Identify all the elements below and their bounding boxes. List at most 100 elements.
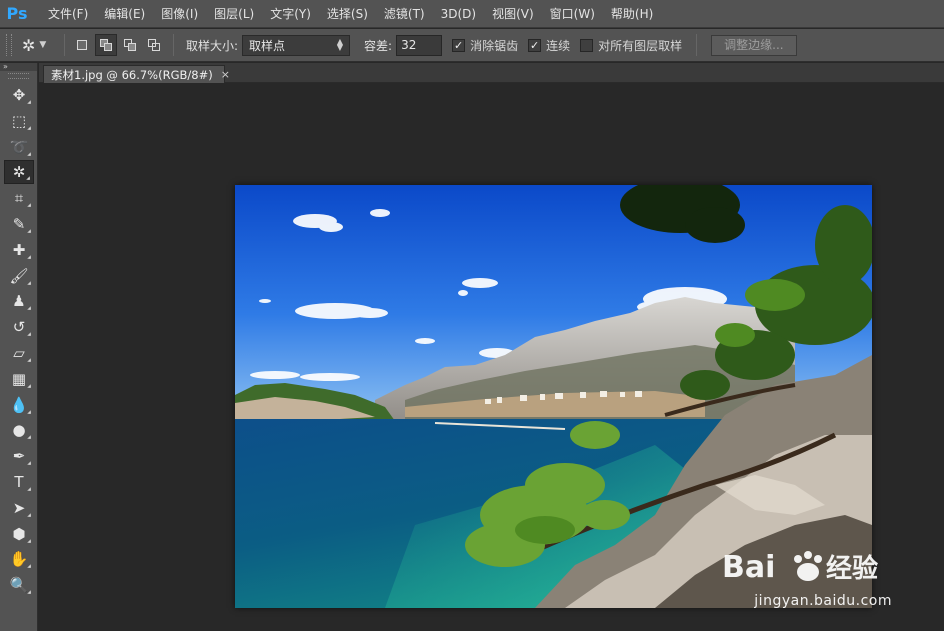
contiguous-checkbox[interactable]: ✓ 连续 <box>528 37 570 54</box>
hand-icon: ✋ <box>9 550 29 569</box>
magic-wand-icon: ✲ <box>22 35 36 55</box>
panel-collapse-icon[interactable]: » <box>0 63 37 71</box>
gradient-tool[interactable]: ▦ <box>4 367 34 391</box>
marquee-tool[interactable]: ⬚ <box>4 109 34 133</box>
magic-wand-tool[interactable]: ✲ <box>4 160 34 185</box>
watermark-url: jingyan.baidu.com <box>754 593 892 609</box>
menu-items: 文件(F) 编辑(E) 图像(I) 图层(L) 文字(Y) 选择(S) 滤镜(T) 3D(D)… <box>32 0 661 28</box>
eyedropper-tool[interactable]: ✎ <box>4 212 34 236</box>
zoom-tool[interactable]: 🔍 <box>4 573 34 597</box>
flyout-indicator-icon <box>27 487 31 491</box>
brush-tool[interactable]: 🖌 <box>4 264 34 288</box>
blur-tool[interactable]: 💧 <box>4 393 34 417</box>
sample-size-select[interactable]: 取样点 ▲ ▼ <box>242 34 351 56</box>
document-area: 素材1.jpg @ 66.7%(RGB/8#) × Bai 经验 jingyan… <box>39 63 944 631</box>
brush-icon: 🖌 <box>9 266 29 285</box>
menu-item[interactable]: 文字(Y) <box>262 0 319 28</box>
menu-item[interactable]: 窗口(W) <box>542 0 603 28</box>
move-tool[interactable]: ✥ <box>4 83 34 107</box>
healing-brush-tool[interactable]: ✚ <box>4 238 34 262</box>
path-selection-icon: ➤ <box>12 498 26 517</box>
marquee-icon: ⬚ <box>11 111 27 130</box>
flyout-indicator-icon <box>27 280 31 285</box>
flyout-indicator-icon <box>27 125 31 130</box>
subtract-from-selection-button[interactable] <box>119 34 141 56</box>
tolerance-input[interactable]: 32 <box>396 34 443 56</box>
shape-tool[interactable]: ⬢ <box>4 522 34 546</box>
move-icon: ✥ <box>12 86 26 104</box>
type-tool[interactable]: T <box>4 470 34 494</box>
eyedropper-icon: ✎ <box>12 214 26 233</box>
menu-bar: Ps 文件(F) 编辑(E) 图像(I) 图层(L) 文字(Y) 选择(S) 滤镜(T) 3D… <box>0 0 944 28</box>
checkmark-icon: ✓ <box>528 38 542 52</box>
menu-item[interactable]: 帮助(H) <box>603 0 661 28</box>
options-bar: ✲ ▼ 取样大小: 取样点 ▲ ▼ 容差: 32 ✓ 消除锯齿 ✓ 连续 对所有图… <box>0 29 944 62</box>
flyout-indicator-icon <box>27 512 31 517</box>
flyout-indicator-icon <box>27 461 31 465</box>
menu-item[interactable]: 视图(V) <box>484 0 542 28</box>
flyout-indicator-icon <box>27 538 31 543</box>
tolerance-label: 容差: <box>364 38 393 53</box>
intersect-selection-button[interactable] <box>143 34 165 56</box>
clone-stamp-icon: ♟ <box>12 292 26 311</box>
menu-item[interactable]: 编辑(E) <box>96 0 153 28</box>
sample-all-layers-label: 对所有图层取样 <box>598 38 683 53</box>
refine-edge-button[interactable]: 调整边缘... <box>711 34 797 56</box>
tool-preset-picker[interactable]: ✲ ▼ <box>22 33 58 57</box>
chevron-down-icon: ▼ <box>39 40 47 50</box>
crop-tool[interactable]: ⌗ <box>4 186 34 210</box>
tools-panel: » ✥ ⬚ ➰ ✲ ⌗ ✎ ✚ 🖌 ♟ ↺ ▱ ▦ 💧 ● ✒ T ➤ ⬢ ✋ 🔍 <box>0 63 38 631</box>
new-selection-button[interactable] <box>71 34 93 56</box>
history-brush-tool[interactable]: ↺ <box>4 315 34 339</box>
menu-item[interactable]: 图层(L) <box>206 0 262 28</box>
watermark-brand: Bai <box>722 550 775 585</box>
antialias-checkbox[interactable]: ✓ 消除锯齿 <box>452 37 518 54</box>
gradient-icon: ▦ <box>11 369 27 388</box>
path-selection-tool[interactable]: ➤ <box>4 496 34 520</box>
document-tab[interactable]: 素材1.jpg @ 66.7%(RGB/8#) × <box>43 65 230 83</box>
add-to-selection-button[interactable] <box>95 34 117 56</box>
pen-tool[interactable]: ✒ <box>4 444 34 468</box>
separator <box>64 34 65 56</box>
watermark-suffix: 经验 <box>826 553 878 584</box>
menu-item[interactable]: 3D(D) <box>433 0 484 28</box>
close-icon[interactable]: × <box>221 68 230 81</box>
flyout-indicator-icon <box>27 564 31 569</box>
type-icon: T <box>14 472 24 491</box>
lasso-tool[interactable]: ➰ <box>4 135 34 159</box>
hand-tool[interactable]: ✋ <box>4 547 34 571</box>
eraser-icon: ▱ <box>13 343 25 362</box>
flyout-indicator-icon <box>27 590 31 594</box>
separator <box>173 34 174 56</box>
document-tab-title: 素材1.jpg @ 66.7%(RGB/8#) <box>51 67 213 82</box>
sample-size-value: 取样点 <box>249 38 286 53</box>
eraser-tool[interactable]: ▱ <box>4 341 34 365</box>
flyout-indicator-icon <box>26 176 30 181</box>
menu-item[interactable]: 文件(F) <box>40 0 96 28</box>
sample-all-layers-checkbox[interactable]: 对所有图层取样 <box>580 37 682 54</box>
flyout-indicator-icon <box>27 383 31 388</box>
menu-item[interactable]: 选择(S) <box>319 0 376 28</box>
clone-stamp-tool[interactable]: ♟ <box>4 289 34 313</box>
flyout-indicator-icon <box>27 409 31 414</box>
flyout-indicator-icon <box>27 332 31 336</box>
flyout-indicator-icon <box>27 358 31 362</box>
flyout-indicator-icon <box>27 435 31 440</box>
dodge-icon: ● <box>12 421 26 440</box>
pen-icon: ✒ <box>12 447 26 466</box>
tools-list: ✥ ⬚ ➰ ✲ ⌗ ✎ ✚ 🖌 ♟ ↺ ▱ ▦ 💧 ● ✒ T ➤ ⬢ ✋ 🔍 <box>0 83 37 597</box>
baidu-jingyan-logo: Bai 经验 <box>722 550 878 585</box>
shape-icon: ⬢ <box>12 524 26 543</box>
menu-item[interactable]: 滤镜(T) <box>376 0 433 28</box>
tools-panel-grip[interactable] <box>8 73 29 79</box>
separator <box>696 34 698 56</box>
checkmark-icon: ✓ <box>452 38 466 52</box>
menu-item[interactable]: 图像(I) <box>153 0 206 28</box>
photoshop-logo: Ps <box>6 4 28 23</box>
flyout-indicator-icon <box>27 229 31 233</box>
options-bar-grip[interactable] <box>6 34 12 56</box>
sample-size-label: 取样大小: <box>186 38 239 53</box>
magic-wand-icon: ✲ <box>12 163 26 182</box>
dodge-tool[interactable]: ● <box>4 418 34 442</box>
checkbox-empty <box>580 38 594 52</box>
